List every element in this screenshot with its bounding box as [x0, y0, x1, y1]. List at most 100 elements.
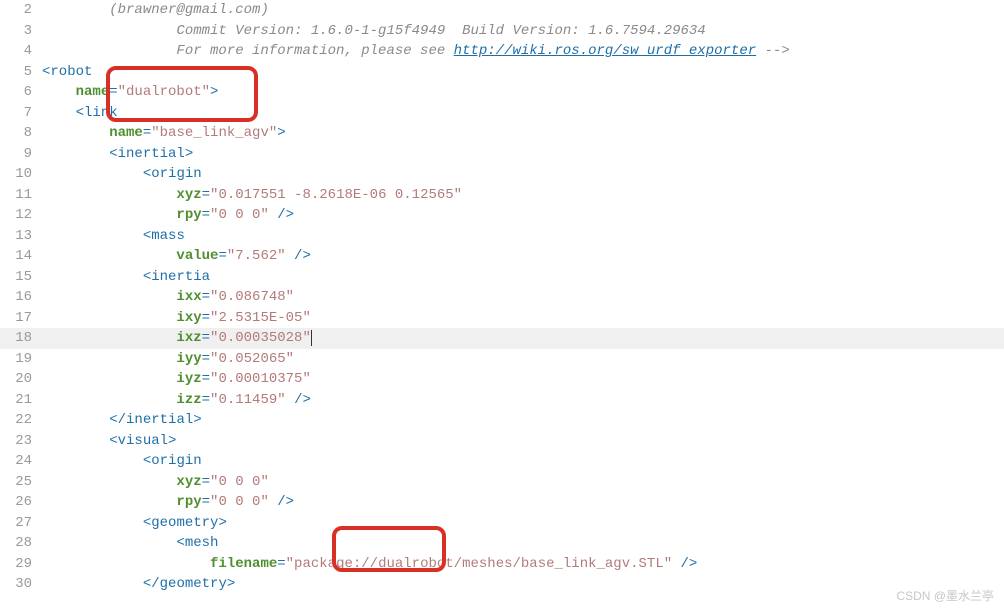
token: inertial — [118, 146, 185, 162]
code-content[interactable]: <inertia — [42, 267, 1004, 288]
code-content[interactable]: iyy="0.052065" — [42, 349, 1004, 370]
line-number: 14 — [0, 246, 42, 267]
code-line[interactable]: 28 <mesh — [0, 533, 1004, 554]
code-content[interactable]: xyz="0 0 0" — [42, 472, 1004, 493]
code-content[interactable]: </geometry> — [42, 574, 1004, 595]
code-content[interactable]: izz="0.11459" /> — [42, 390, 1004, 411]
code-content[interactable]: iyz="0.00010375" — [42, 369, 1004, 390]
code-content[interactable]: (brawner@gmail.com) — [42, 0, 1004, 21]
token: = — [202, 392, 210, 408]
token: filename — [210, 556, 277, 572]
code-line[interactable]: 23 <visual> — [0, 431, 1004, 452]
line-number: 15 — [0, 267, 42, 288]
code-line[interactable]: 16 ixx="0.086748" — [0, 287, 1004, 308]
token: "7.562" — [227, 248, 286, 264]
token: "0 0 0" — [210, 474, 269, 490]
code-line[interactable]: 26 rpy="0 0 0" /> — [0, 492, 1004, 513]
code-line[interactable]: 29 filename="package://dualrobot/meshes/… — [0, 554, 1004, 575]
line-number: 12 — [0, 205, 42, 226]
token: < — [143, 166, 151, 182]
code-line[interactable]: 7 <link — [0, 103, 1004, 124]
token: For more information, please see — [176, 43, 453, 59]
code-line[interactable]: 27 <geometry> — [0, 513, 1004, 534]
token: < — [143, 515, 151, 531]
token: name — [109, 125, 143, 141]
code-line[interactable]: 5<robot — [0, 62, 1004, 83]
code-content[interactable]: Commit Version: 1.6.0-1-g15f4949 Build V… — [42, 21, 1004, 42]
token: "package://dualrobot/meshes/base_link_ag… — [286, 556, 672, 572]
code-content[interactable]: <visual> — [42, 431, 1004, 452]
code-line[interactable]: 20 iyz="0.00010375" — [0, 369, 1004, 390]
code-line[interactable]: 4 For more information, please see http:… — [0, 41, 1004, 62]
code-line[interactable]: 14 value="7.562" /> — [0, 246, 1004, 267]
code-content[interactable]: xyz="0.017551 -8.2618E-06 0.12565" — [42, 185, 1004, 206]
token: "0.00035028" — [210, 330, 311, 346]
token: </ — [143, 576, 160, 592]
token: "base_link_agv" — [151, 125, 277, 141]
code-line[interactable]: 22 </inertial> — [0, 410, 1004, 431]
token: = — [109, 84, 117, 100]
code-line[interactable]: 9 <inertial> — [0, 144, 1004, 165]
code-line[interactable]: 25 xyz="0 0 0" — [0, 472, 1004, 493]
token: > — [210, 84, 218, 100]
code-content[interactable]: rpy="0 0 0" /> — [42, 205, 1004, 226]
token: iyz — [176, 371, 201, 387]
code-content[interactable]: <origin — [42, 164, 1004, 185]
code-line[interactable]: 6 name="dualrobot"> — [0, 82, 1004, 103]
code-content[interactable]: value="7.562" /> — [42, 246, 1004, 267]
code-content[interactable]: <geometry> — [42, 513, 1004, 534]
token: origin — [151, 166, 201, 182]
token: = — [202, 207, 210, 223]
code-content[interactable]: <mass — [42, 226, 1004, 247]
code-content[interactable]: rpy="0 0 0" /> — [42, 492, 1004, 513]
line-number: 11 — [0, 185, 42, 206]
code-line[interactable]: 18 ixz="0.00035028" — [0, 328, 1004, 349]
watermark: CSDN @墨水兰亭 — [896, 586, 994, 607]
code-content[interactable]: ixz="0.00035028" — [42, 328, 1004, 349]
code-line[interactable]: 11 xyz="0.017551 -8.2618E-06 0.12565" — [0, 185, 1004, 206]
code-line[interactable]: 8 name="base_link_agv"> — [0, 123, 1004, 144]
line-number: 17 — [0, 308, 42, 329]
line-number: 29 — [0, 554, 42, 575]
code-line[interactable]: 19 iyy="0.052065" — [0, 349, 1004, 370]
code-line[interactable]: 12 rpy="0 0 0" /> — [0, 205, 1004, 226]
line-number: 9 — [0, 144, 42, 165]
code-content[interactable]: <mesh — [42, 533, 1004, 554]
token: /> — [672, 556, 697, 572]
code-line[interactable]: 24 <origin — [0, 451, 1004, 472]
code-line[interactable]: 10 <origin — [0, 164, 1004, 185]
code-line[interactable]: 15 <inertia — [0, 267, 1004, 288]
token: link — [84, 105, 118, 121]
line-number: 23 — [0, 431, 42, 452]
code-line[interactable]: 21 izz="0.11459" /> — [0, 390, 1004, 411]
code-editor[interactable]: 2 (brawner@gmail.com)3 Commit Version: 1… — [0, 0, 1004, 595]
code-content[interactable]: For more information, please see http://… — [42, 41, 1004, 62]
code-line[interactable]: 30 </geometry> — [0, 574, 1004, 595]
token: < — [143, 228, 151, 244]
code-content[interactable]: <link — [42, 103, 1004, 124]
token: "2.5315E-05" — [210, 310, 311, 326]
code-line[interactable]: 17 ixy="2.5315E-05" — [0, 308, 1004, 329]
code-content[interactable]: filename="package://dualrobot/meshes/bas… — [42, 554, 1004, 575]
token: "0.052065" — [210, 351, 294, 367]
code-content[interactable]: ixx="0.086748" — [42, 287, 1004, 308]
code-content[interactable]: name="base_link_agv"> — [42, 123, 1004, 144]
token: < — [176, 535, 184, 551]
token: rpy — [176, 207, 201, 223]
code-line[interactable]: 2 (brawner@gmail.com) — [0, 0, 1004, 21]
token: > — [185, 146, 193, 162]
token: name — [76, 84, 110, 100]
code-line[interactable]: 3 Commit Version: 1.6.0-1-g15f4949 Build… — [0, 21, 1004, 42]
line-number: 10 — [0, 164, 42, 185]
code-content[interactable]: <robot — [42, 62, 1004, 83]
code-content[interactable]: <inertial> — [42, 144, 1004, 165]
code-content[interactable]: ixy="2.5315E-05" — [42, 308, 1004, 329]
token: ( — [109, 2, 117, 18]
token: > — [168, 433, 176, 449]
code-line[interactable]: 13 <mass — [0, 226, 1004, 247]
code-content[interactable]: name="dualrobot"> — [42, 82, 1004, 103]
line-number: 21 — [0, 390, 42, 411]
code-content[interactable]: <origin — [42, 451, 1004, 472]
line-number: 5 — [0, 62, 42, 83]
code-content[interactable]: </inertial> — [42, 410, 1004, 431]
